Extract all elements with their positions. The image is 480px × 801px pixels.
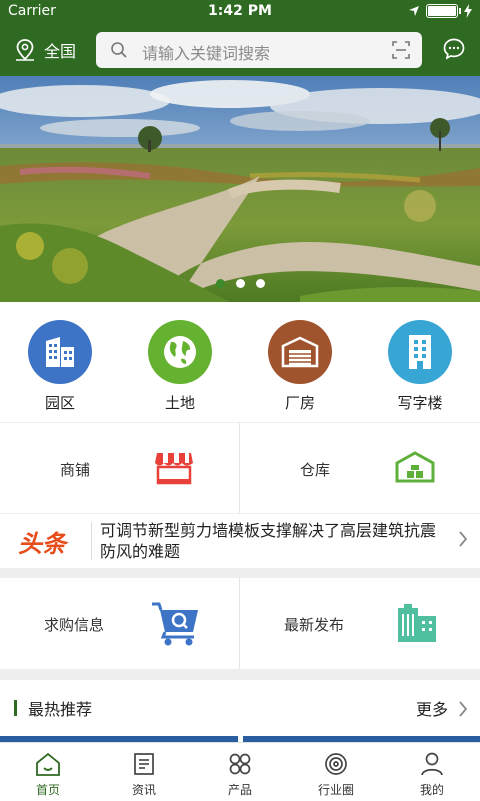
category-label: 厂房: [284, 394, 315, 412]
tab-home[interactable]: 首页: [0, 743, 96, 801]
purchase-label: 求购信息: [44, 616, 105, 634]
shop-warehouse-row: 商铺 仓库: [0, 423, 480, 513]
charging-icon: [464, 4, 472, 18]
news-icon: [134, 753, 154, 775]
purchase-info-entry[interactable]: 求购信息: [0, 578, 239, 669]
headline-news[interactable]: 头条 可调节新型剪力墙模板支撑解决了高层建筑抗震防风的难题: [0, 514, 480, 568]
latest-label: 最新发布: [284, 616, 345, 634]
category-label: 园区: [44, 394, 75, 412]
tab-label: 资讯: [131, 783, 156, 797]
tab-industry[interactable]: 行业圈: [288, 743, 384, 801]
search-icon: [111, 42, 127, 58]
tab-label: 首页: [35, 783, 60, 797]
banner-landscape-image: [0, 76, 480, 302]
section-title: 最热推荐: [28, 700, 93, 719]
circle-icon: [325, 753, 347, 775]
app-header: 全国 请输入关键词搜索: [0, 24, 480, 76]
tab-mine[interactable]: 我的: [384, 743, 480, 801]
bottom-tab-bar: 首页 资讯 产品 行业圈 我的: [0, 742, 480, 801]
battery-icon: [426, 4, 461, 18]
buildings-icon: [28, 320, 92, 384]
scan-icon[interactable]: [392, 41, 410, 59]
warehouse-entry[interactable]: 仓库: [239, 423, 479, 513]
carousel-dot[interactable]: [235, 279, 245, 288]
category-grid: 园区 土地 厂房 写字楼: [0, 302, 480, 422]
city-buildings-icon: [398, 604, 436, 642]
hot-recommend-header: 最热推荐 更多: [0, 680, 480, 736]
globe-icon: [148, 320, 212, 384]
status-bar: Carrier 1:42 PM: [0, 0, 480, 24]
shopping-cart-icon: [152, 602, 198, 646]
location-label: 全国: [44, 42, 77, 61]
category-park[interactable]: 园区: [0, 302, 120, 422]
carousel-dot[interactable]: [215, 279, 225, 288]
user-icon: [421, 752, 443, 776]
chat-icon[interactable]: [442, 37, 466, 61]
category-office[interactable]: 写字楼: [360, 302, 480, 422]
banner-carousel[interactable]: [0, 76, 480, 302]
section-accent-bar: [14, 700, 17, 716]
warehouse-label: 仓库: [300, 461, 331, 479]
category-factory[interactable]: 厂房: [240, 302, 360, 422]
chevron-right-icon[interactable]: [458, 700, 468, 718]
garage-icon: [268, 320, 332, 384]
warehouse-icon: [395, 451, 435, 483]
home-icon: [36, 752, 60, 776]
more-link[interactable]: 更多: [416, 696, 448, 720]
tab-news[interactable]: 资讯: [96, 743, 192, 801]
location-arrow-icon: [409, 6, 419, 16]
shop-label: 商铺: [60, 461, 91, 479]
carousel-dots: [0, 279, 480, 288]
status-indicators: [408, 4, 472, 18]
storefront-icon: [155, 453, 193, 485]
search-input[interactable]: 请输入关键词搜索: [96, 32, 422, 68]
category-label: 写字楼: [397, 394, 443, 412]
office-building-icon: [388, 320, 452, 384]
carousel-dot[interactable]: [255, 279, 265, 288]
tab-products[interactable]: 产品: [192, 743, 288, 801]
tab-label: 我的: [419, 783, 444, 797]
latest-release-entry[interactable]: 最新发布: [239, 578, 479, 669]
info-row: 求购信息 最新发布: [0, 578, 480, 669]
category-label: 土地: [164, 394, 195, 412]
divider: [91, 522, 92, 560]
headline-tag: 头条: [18, 530, 66, 558]
location-selector[interactable]: 全国: [14, 38, 76, 62]
map-pin-icon: [16, 39, 34, 61]
shop-entry[interactable]: 商铺: [0, 423, 239, 513]
category-land[interactable]: 土地: [120, 302, 240, 422]
chevron-right-icon: [459, 531, 468, 547]
tab-label: 产品: [227, 783, 252, 797]
tab-label: 行业圈: [317, 783, 354, 797]
search-placeholder: 请输入关键词搜索: [142, 44, 271, 63]
grid-icon: [229, 753, 251, 775]
headline-text: 可调节新型剪力墙模板支撑解决了高层建筑抗震防风的难题: [100, 521, 437, 561]
